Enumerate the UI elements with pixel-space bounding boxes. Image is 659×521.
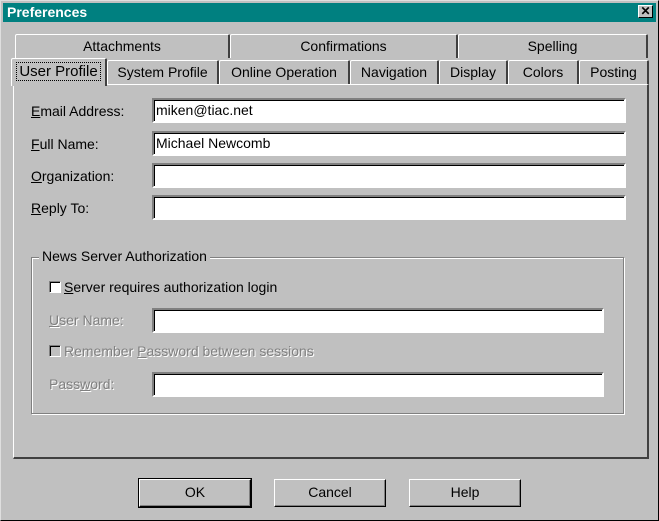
cancel-button[interactable]: Cancel [274, 479, 386, 507]
tab-system-profile[interactable]: System Profile [107, 60, 219, 84]
tab-confirmations[interactable]: Confirmations [230, 34, 458, 58]
help-button[interactable]: Help [409, 479, 521, 507]
remember-password-checkbox[interactable] [49, 345, 61, 357]
tab-navigation[interactable]: Navigation [350, 60, 439, 84]
preferences-dialog: Preferences ✕ Attachments Confirmations … [0, 0, 659, 521]
organization-field[interactable] [152, 163, 626, 188]
username-field[interactable] [152, 308, 604, 333]
tab-spelling[interactable]: Spelling [458, 34, 648, 58]
tab-label: Colors [522, 64, 564, 80]
requires-login-checkbox[interactable] [49, 281, 61, 293]
password-label: Password: [49, 376, 115, 392]
reply-to-label: Reply To: [31, 200, 90, 216]
tab-colors[interactable]: Colors [508, 60, 579, 84]
tab-label: Display [450, 64, 496, 80]
remember-password-label: Remember Password between sessions [64, 343, 314, 359]
tab-posting[interactable]: Posting [579, 60, 649, 84]
tab-label: Navigation [360, 64, 428, 80]
group-title: News Server Authorization [39, 248, 210, 264]
close-button[interactable]: ✕ [638, 5, 653, 18]
full-name-label: Full Name: [31, 136, 99, 152]
window-title: Preferences [7, 4, 88, 20]
requires-login-label[interactable]: Server requires authorization login [64, 279, 277, 295]
tab-online-operation[interactable]: Online Operation [219, 60, 350, 84]
tab-label: Online Operation [231, 64, 337, 80]
title-bar: Preferences ✕ [3, 3, 656, 22]
username-label: User Name: [49, 312, 124, 328]
tab-label: Spelling [527, 38, 578, 54]
close-icon: ✕ [640, 4, 651, 18]
tab-user-profile[interactable]: User Profile [11, 58, 107, 86]
tab-label: Attachments [83, 38, 161, 54]
tab-label: System Profile [117, 64, 208, 80]
ok-button[interactable]: OK [138, 478, 252, 508]
organization-label: Organization: [31, 168, 115, 184]
email-label: Email Address: [31, 103, 125, 119]
email-field[interactable]: miken@tiac.net [152, 98, 626, 123]
tab-label: Confirmations [300, 38, 387, 54]
tab-label: User Profile [16, 62, 101, 81]
full-name-field[interactable]: Michael Newcomb [152, 131, 626, 156]
tab-display[interactable]: Display [439, 60, 508, 84]
reply-to-field[interactable] [152, 195, 626, 220]
tab-label: Posting [590, 64, 637, 80]
password-field[interactable] [152, 372, 604, 397]
tab-attachments[interactable]: Attachments [15, 34, 230, 58]
